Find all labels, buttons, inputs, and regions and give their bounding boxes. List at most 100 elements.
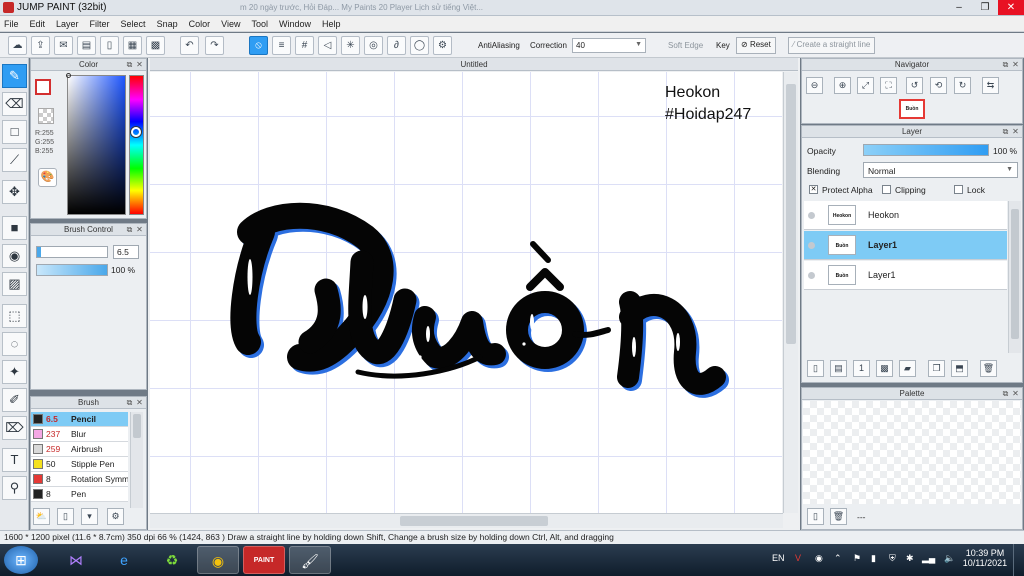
new-brush-icon[interactable]: ▯: [57, 508, 74, 525]
new-layer-icon[interactable]: ▯: [807, 360, 824, 377]
input-language[interactable]: EN: [772, 553, 785, 563]
brush-opacity-slider[interactable]: [36, 264, 108, 276]
panel-close-icon[interactable]: ✕: [135, 398, 144, 407]
clipping-checkbox[interactable]: [882, 185, 891, 194]
layer-row[interactable]: Heokon #Hoidap247 Heokon: [804, 201, 1007, 230]
flip-icon[interactable]: ⇆: [982, 77, 999, 94]
snap-off-icon[interactable]: ⦸: [249, 36, 268, 55]
fit-screen-icon[interactable]: ⤢: [857, 77, 874, 94]
minimize-button[interactable]: –: [946, 0, 972, 15]
brush-cloud-icon[interactable]: ⛅: [33, 508, 50, 525]
cloud-icon[interactable]: ☁: [8, 36, 27, 55]
hue-slider[interactable]: [129, 75, 144, 215]
layer-list-scrollbar[interactable]: [1008, 201, 1021, 353]
lasso-tool-icon[interactable]: ◌: [2, 332, 27, 356]
brush-size-value[interactable]: 6.5: [113, 245, 139, 259]
page-icon[interactable]: ▯: [100, 36, 119, 55]
brush-list-item[interactable]: 8 Pen: [31, 487, 128, 502]
text-tool-icon[interactable]: T: [2, 448, 27, 472]
chat-icon[interactable]: ▤: [77, 36, 96, 55]
start-button-icon[interactable]: ⊞: [4, 546, 38, 574]
menu-layer[interactable]: Layer: [56, 19, 79, 29]
menu-select[interactable]: Select: [121, 19, 146, 29]
brush-list-item[interactable]: 6.5 Pencil: [31, 412, 128, 427]
brush-list-scrollbar[interactable]: [130, 412, 143, 508]
zoom-out-icon[interactable]: ⊖: [806, 77, 823, 94]
marquee-tool-icon[interactable]: ⬚: [2, 304, 27, 328]
select-pen-tool-icon[interactable]: ✐: [2, 388, 27, 412]
internet-explorer-icon[interactable]: e: [103, 546, 145, 574]
layer-1bit-icon[interactable]: 1: [853, 360, 870, 377]
snap-curve-icon[interactable]: ∂: [387, 36, 406, 55]
bucket-tool-icon[interactable]: ◉: [2, 244, 27, 268]
layer-row[interactable]: Buồn Layer1: [804, 231, 1007, 260]
duplicate-layer-icon[interactable]: ❐: [928, 360, 945, 377]
panel-float-icon[interactable]: ⧉: [125, 60, 134, 69]
visibility-icon[interactable]: [808, 272, 815, 279]
transparent-swatch[interactable]: [38, 108, 54, 124]
document-tab[interactable]: Untitled: [150, 58, 798, 71]
eraser-tool-icon[interactable]: ⌫: [2, 92, 27, 116]
share-icon[interactable]: ⇪: [31, 36, 50, 55]
hue-knob[interactable]: [131, 127, 141, 137]
menu-color[interactable]: Color: [189, 19, 211, 29]
zoom-in-icon[interactable]: ⊕: [834, 77, 851, 94]
layer-row[interactable]: Buồn Layer1: [804, 261, 1007, 290]
clock[interactable]: 10:39 PM 10/11/2021: [962, 548, 1008, 568]
undo-icon[interactable]: ↶: [180, 36, 199, 55]
flag-icon[interactable]: ⚑: [853, 553, 861, 564]
chrome-icon[interactable]: ◉: [197, 546, 239, 574]
show-desktop-button[interactable]: [1013, 544, 1024, 576]
brush-size-slider[interactable]: [36, 246, 108, 258]
snap-circle-icon[interactable]: ◎: [364, 36, 383, 55]
eyedropper-tool-icon[interactable]: ⚲: [2, 476, 27, 500]
actual-size-icon[interactable]: ⛶: [880, 77, 897, 94]
panel-close-icon[interactable]: ✕: [135, 225, 144, 234]
palette-swatch-area[interactable]: [803, 401, 1021, 504]
panel-close-icon[interactable]: ✕: [1011, 127, 1020, 136]
comment-icon[interactable]: ✉: [54, 36, 73, 55]
saturation-value-picker[interactable]: [67, 75, 126, 215]
brush-menu-icon[interactable]: ▾: [81, 508, 98, 525]
move-tool-icon[interactable]: ✥: [2, 180, 27, 204]
protect-alpha-checkbox[interactable]: ✕: [809, 185, 818, 194]
navigator-thumbnail[interactable]: Buồn: [899, 99, 925, 119]
rotate-right-icon[interactable]: ↻: [954, 77, 971, 94]
brush-list-scroll-thumb[interactable]: [133, 414, 141, 438]
rect-select-tool-icon[interactable]: □: [2, 120, 27, 144]
brush-list-item[interactable]: 50 Stipple Pen: [31, 457, 128, 472]
layer-list-scroll-thumb[interactable]: [1011, 209, 1019, 339]
redo-icon[interactable]: ↷: [205, 36, 224, 55]
canvas-horizontal-scrollbar[interactable]: [150, 513, 783, 528]
green-app-icon[interactable]: ♻: [151, 546, 193, 574]
battery-icon[interactable]: ▮: [871, 553, 876, 564]
visibility-icon[interactable]: [808, 242, 815, 249]
magic-wand-tool-icon[interactable]: ✦: [2, 360, 27, 384]
menu-view[interactable]: View: [221, 19, 240, 29]
jump-paint-task-icon[interactable]: PAINT: [243, 546, 285, 574]
menu-edit[interactable]: Edit: [30, 19, 46, 29]
straight-line-button[interactable]: ⁄ Create a straight line: [788, 37, 876, 54]
visual-studio-icon[interactable]: ⋈: [55, 546, 97, 574]
maximize-button[interactable]: ❐: [972, 0, 998, 15]
vivaldi-tray-icon[interactable]: V: [795, 553, 801, 563]
merge-layer-icon[interactable]: ⬒: [951, 360, 968, 377]
menu-file[interactable]: File: [4, 19, 19, 29]
rotate-reset-icon[interactable]: ⟲: [930, 77, 947, 94]
panel-close-icon[interactable]: ✕: [1011, 389, 1020, 398]
panel-float-icon[interactable]: ⧉: [125, 225, 134, 234]
blending-select[interactable]: Normal ▼: [863, 162, 1018, 178]
snap-parallel-icon[interactable]: ≡: [272, 36, 291, 55]
visibility-icon[interactable]: [808, 212, 815, 219]
layer-opacity-slider[interactable]: [863, 144, 989, 156]
new-palette-icon[interactable]: ▯: [807, 508, 824, 525]
sv-cursor[interactable]: [66, 73, 71, 78]
brush-list-item[interactable]: 8 Rotation Symmetry: [31, 472, 128, 487]
line-tool-icon[interactable]: ⟋: [2, 148, 27, 172]
panel-float-icon[interactable]: ⧉: [125, 398, 134, 407]
snap-ellipse-icon[interactable]: ◯: [410, 36, 429, 55]
snap-grid-icon[interactable]: #: [295, 36, 314, 55]
panel-close-icon[interactable]: ✕: [1011, 60, 1020, 69]
menu-snap[interactable]: Snap: [157, 19, 178, 29]
multi-page-icon[interactable]: ▩: [146, 36, 165, 55]
